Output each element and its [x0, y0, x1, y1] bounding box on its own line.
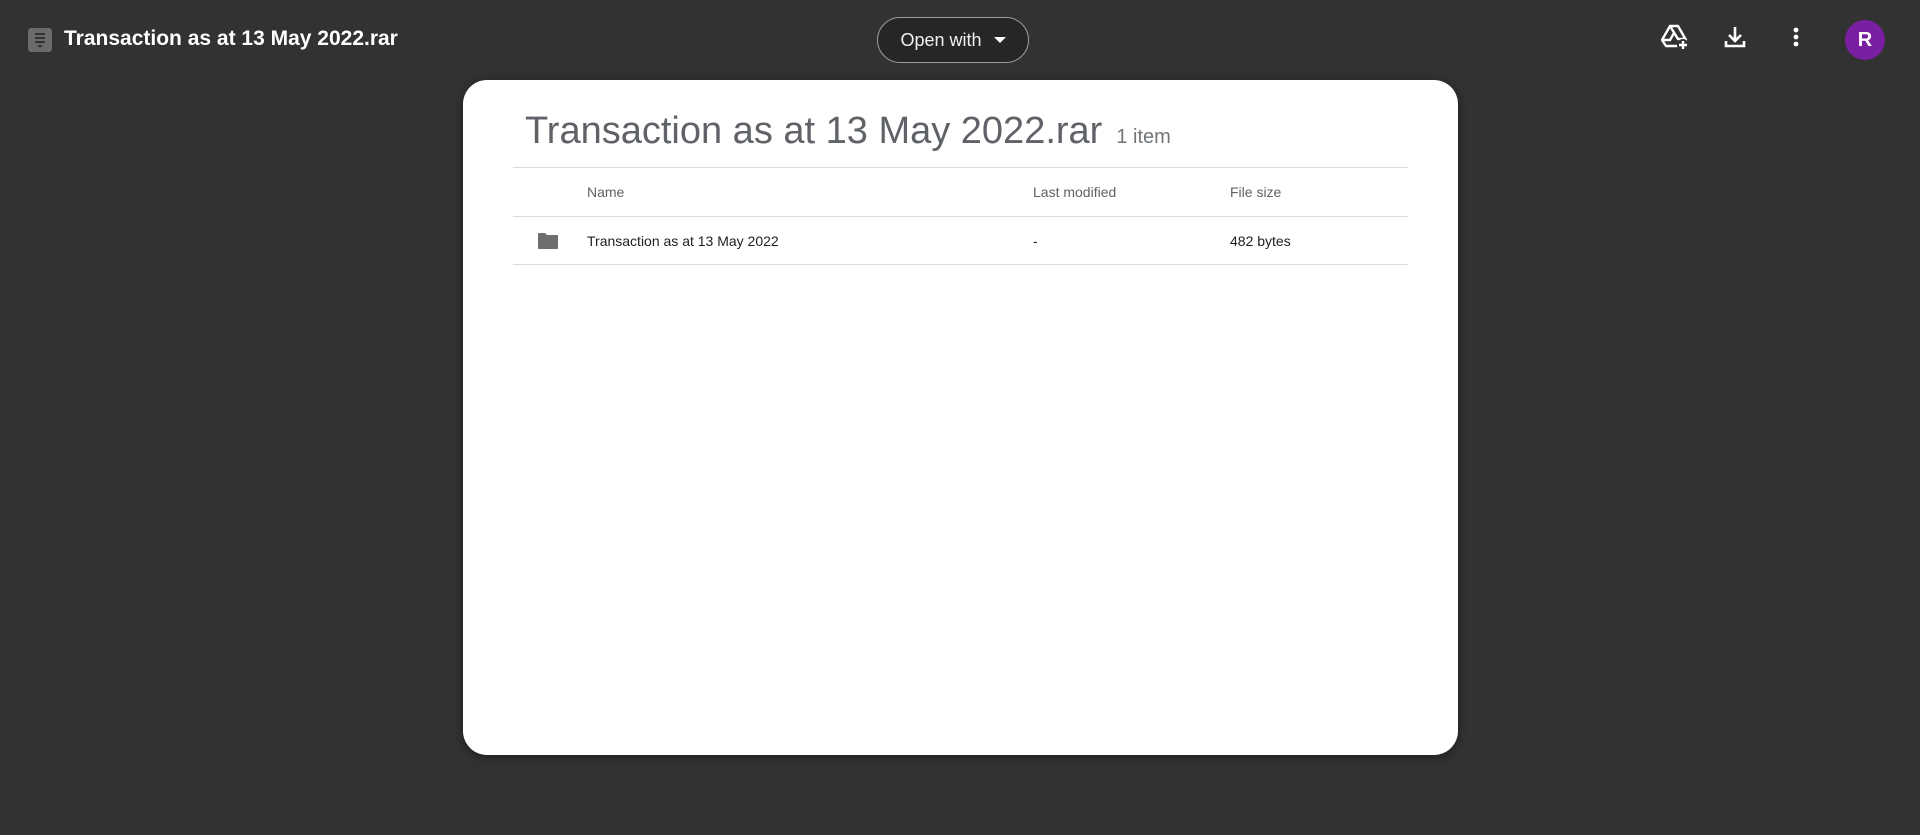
column-header-last-modified: Last modified — [1033, 184, 1117, 200]
add-to-drive-icon — [1659, 22, 1689, 57]
table-header-row: Name Last modified File size — [513, 167, 1408, 216]
row-last-modified: - — [1033, 233, 1038, 249]
row-name: Transaction as at 13 May 2022 — [587, 233, 779, 249]
archive-title: Transaction as at 13 May 2022.rar — [525, 110, 1103, 152]
archive-header: Transaction as at 13 May 2022.rar 1 item — [525, 110, 1171, 153]
row-file-size: 482 bytes — [1230, 233, 1291, 249]
more-vert-icon — [1783, 24, 1809, 55]
archive-preview-card: Transaction as at 13 May 2022.rar 1 item… — [463, 80, 1458, 755]
item-count: 1 item — [1116, 126, 1171, 148]
more-options-button[interactable] — [1777, 20, 1815, 58]
column-header-name: Name — [587, 184, 625, 200]
download-button[interactable] — [1716, 20, 1754, 58]
file-title: Transaction as at 13 May 2022.rar — [64, 27, 398, 50]
avatar[interactable]: R — [1845, 20, 1885, 60]
open-with-button[interactable]: Open with — [877, 17, 1029, 63]
download-icon — [1722, 24, 1748, 55]
chevron-down-icon — [993, 37, 1006, 43]
add-to-drive-button[interactable] — [1655, 20, 1693, 58]
column-header-file-size: File size — [1230, 184, 1282, 200]
folder-icon — [537, 217, 561, 265]
open-with-label: Open with — [900, 29, 982, 50]
table-row[interactable]: Transaction as at 13 May 2022 - 482 byte… — [513, 216, 1408, 265]
top-bar: Transaction as at 13 May 2022.rar Open w… — [0, 0, 1920, 78]
archive-contents-table: Name Last modified File size Transaction… — [513, 167, 1408, 265]
archive-file-icon — [28, 28, 52, 52]
